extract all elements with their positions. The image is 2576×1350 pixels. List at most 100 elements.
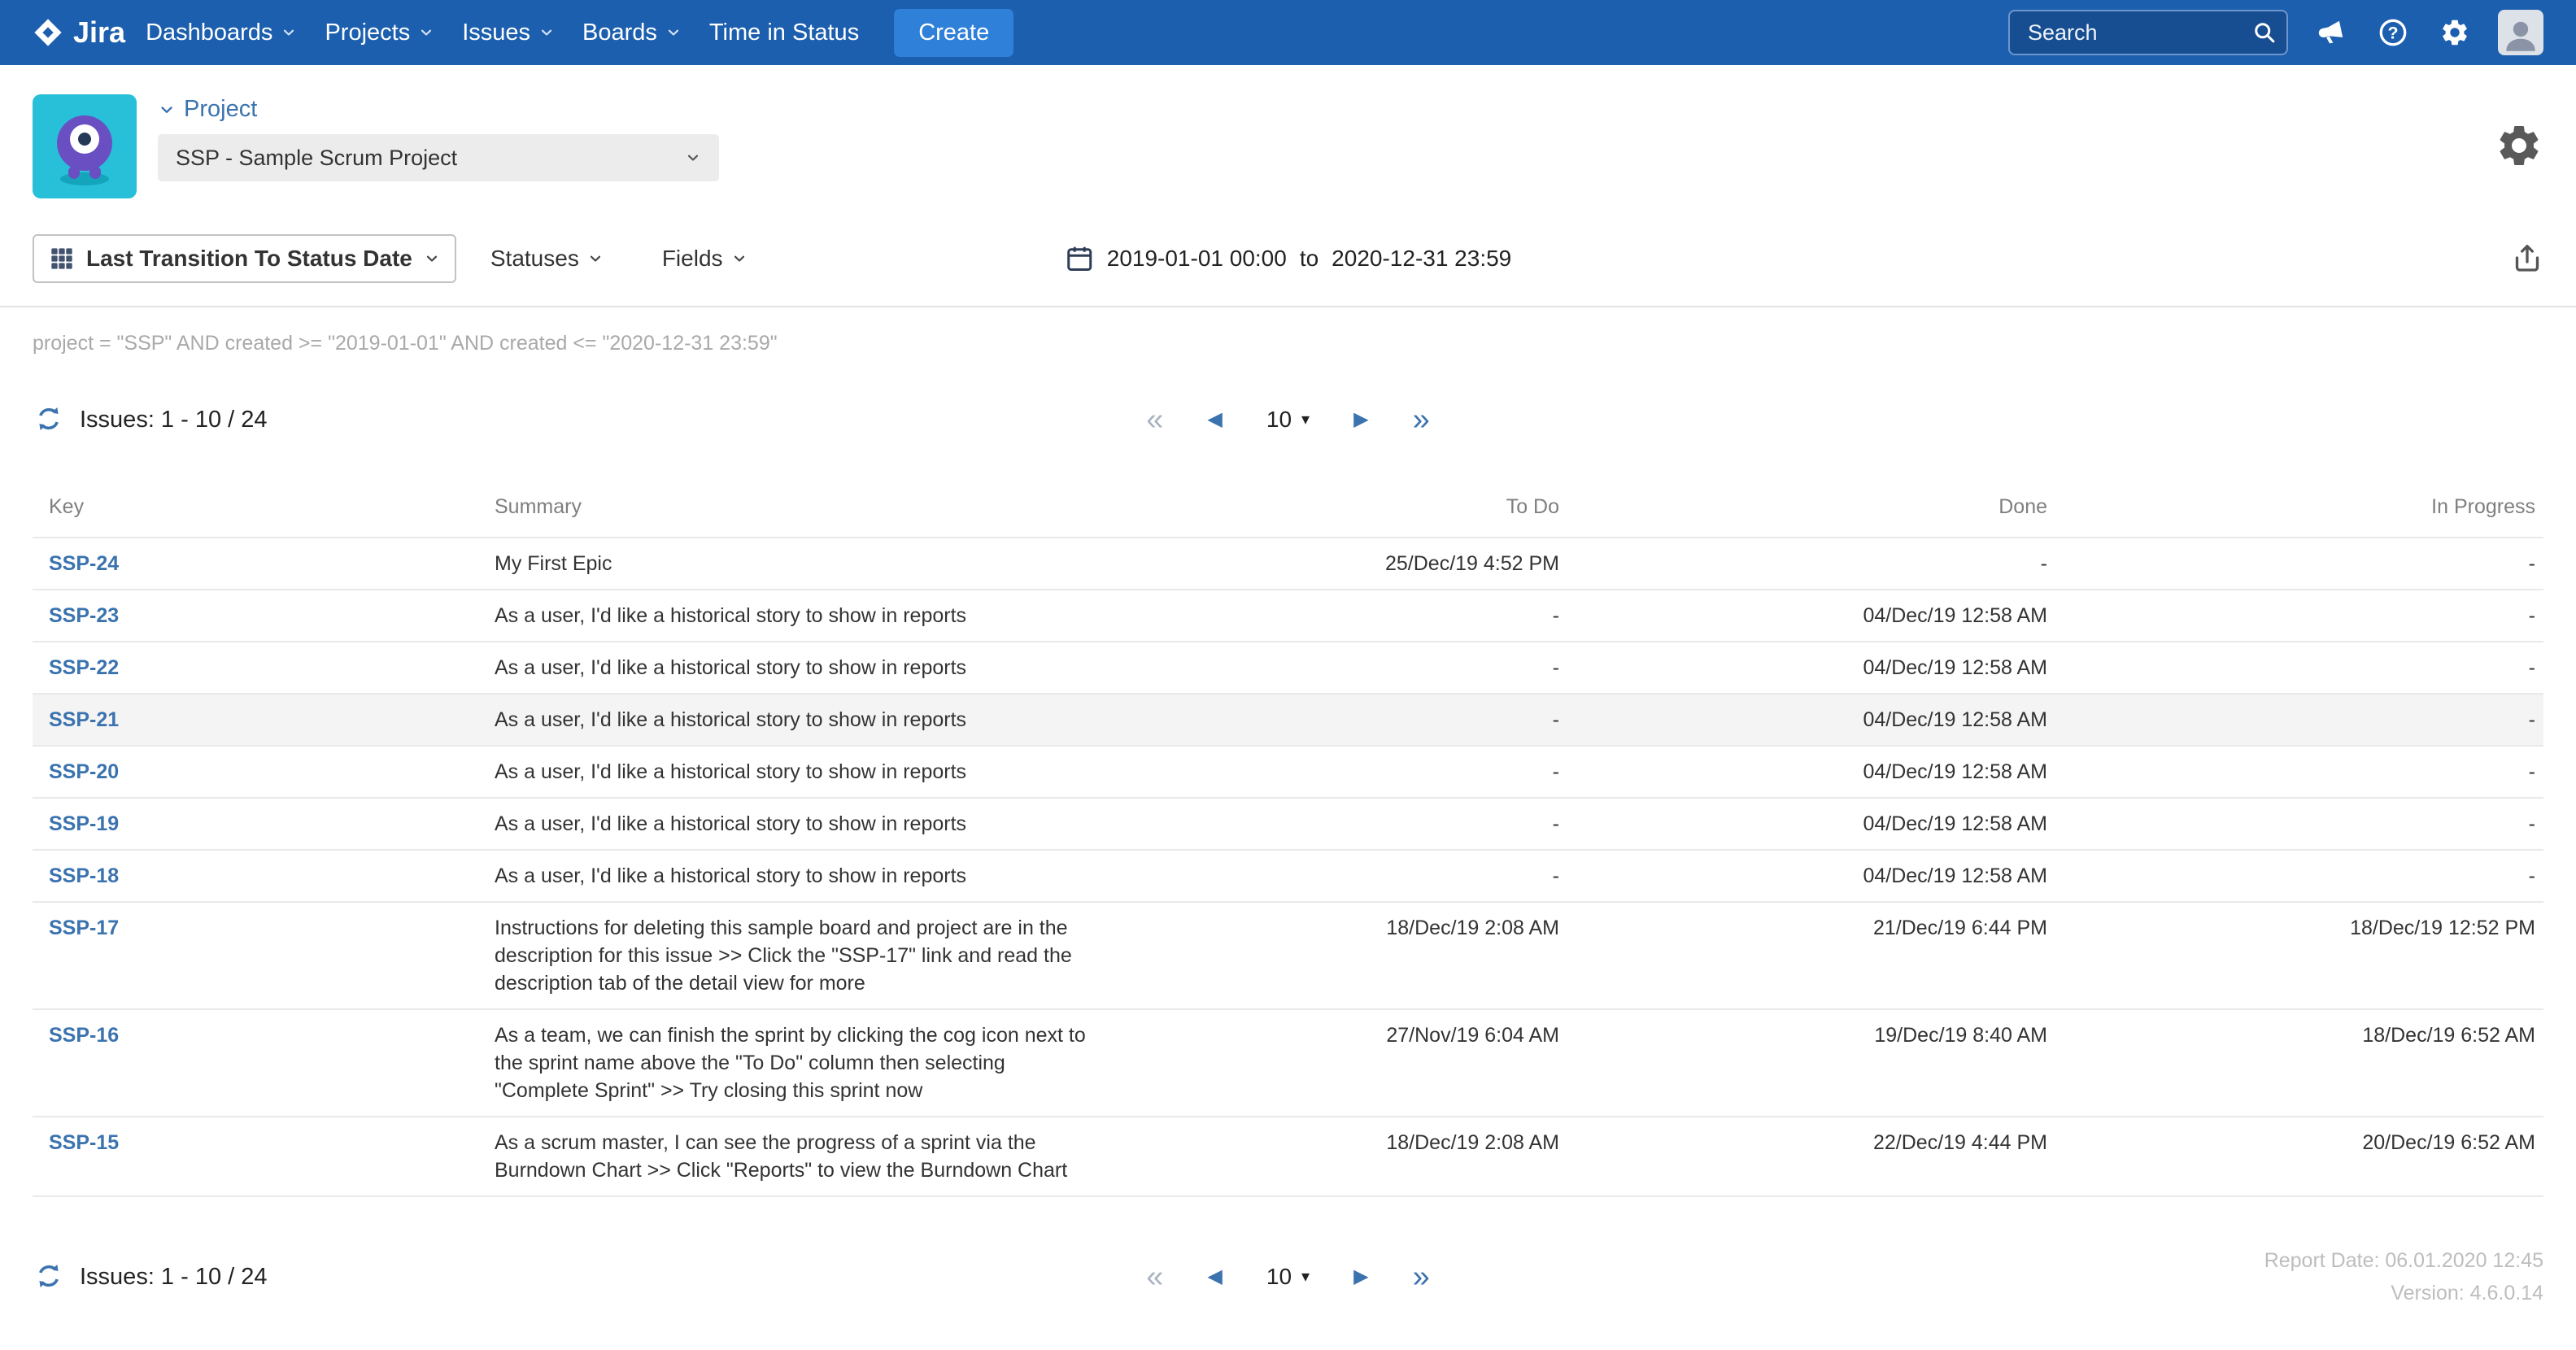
issue-summary: As a scrum master, I can see the progres… (495, 1129, 1128, 1184)
refresh-button[interactable] (33, 1261, 65, 1293)
issue-key-cell: SSP-19 (33, 810, 495, 838)
issue-key-link[interactable]: SSP-19 (49, 812, 119, 835)
table-row: SSP-20 As a user, I'd like a historical … (33, 747, 2543, 799)
create-button[interactable]: Create (894, 9, 1013, 57)
report-type-button[interactable]: Last Transition To Status Date (33, 234, 456, 283)
chevron-down-icon (418, 24, 434, 41)
page-size-select[interactable]: 10 ▾ (1266, 1264, 1310, 1290)
statuses-dropdown[interactable]: Statuses (490, 246, 604, 272)
last-page-button[interactable]: » (1413, 404, 1430, 435)
project-avatar-image (33, 94, 137, 198)
export-button[interactable] (2511, 242, 2543, 277)
issue-key-link[interactable]: SSP-21 (49, 708, 119, 731)
pagination: « ◀ 10 ▾ ▶ » (1146, 404, 1429, 435)
issue-todo-date: - (1128, 862, 1567, 890)
nav-item-label: Boards (582, 20, 657, 46)
column-header-key[interactable]: Key (33, 495, 495, 519)
report-date: Report Date: 06.01.2020 12:45 (2264, 1244, 2543, 1277)
first-page-button[interactable]: « (1146, 404, 1163, 435)
project-collapse-toggle[interactable]: Project (158, 96, 719, 123)
nav-issues[interactable]: Issues (448, 0, 569, 65)
issue-key-link[interactable]: SSP-23 (49, 604, 119, 627)
project-select[interactable]: SSP - Sample Scrum Project (158, 134, 719, 181)
search-box (2008, 10, 2288, 55)
issue-key-cell: SSP-15 (33, 1129, 495, 1156)
chevron-down-icon (538, 24, 555, 41)
admin-settings-button[interactable] (2436, 14, 2474, 51)
nav-dashboards[interactable]: Dashboards (132, 0, 311, 65)
issue-inprogress-date: - (2055, 862, 2543, 890)
chevron-down-icon (281, 24, 297, 41)
issue-key-cell: SSP-18 (33, 862, 495, 890)
issue-done-date: 04/Dec/19 12:58 AM (1567, 810, 2055, 838)
issue-key-link[interactable]: SSP-24 (49, 552, 119, 575)
prev-page-button[interactable]: ◀ (1207, 1267, 1222, 1287)
primary-nav: Dashboards Projects Issues Boards Time i… (132, 0, 873, 65)
issue-summary: Instructions for deleting this sample bo… (495, 914, 1128, 997)
column-header-summary[interactable]: Summary (495, 495, 1128, 519)
jira-logo[interactable]: Jira (33, 15, 125, 50)
column-header-todo[interactable]: To Do (1128, 495, 1567, 519)
date-from: 2019-01-01 00:00 (1107, 246, 1287, 272)
project-select-value: SSP - Sample Scrum Project (176, 146, 457, 171)
issue-key-link[interactable]: SSP-22 (49, 656, 119, 679)
search-icon[interactable] (2252, 20, 2277, 45)
first-page-button[interactable]: « (1146, 1261, 1163, 1292)
issue-key-link[interactable]: SSP-20 (49, 760, 119, 783)
fields-dropdown[interactable]: Fields (662, 246, 748, 272)
issue-done-date: - (1567, 550, 2055, 577)
pagination: « ◀ 10 ▾ ▶ » (1146, 1261, 1429, 1292)
date-to: 2020-12-31 23:59 (1332, 246, 1511, 272)
feedback-button[interactable] (2312, 14, 2350, 51)
prev-page-button[interactable]: ◀ (1207, 410, 1222, 429)
issue-key-link[interactable]: SSP-16 (49, 1024, 119, 1047)
search-input[interactable] (2008, 10, 2288, 55)
issue-todo-date: - (1128, 654, 1567, 682)
issue-key-cell: SSP-20 (33, 758, 495, 786)
issue-todo-date: - (1128, 706, 1567, 734)
issue-summary: As a user, I'd like a historical story t… (495, 810, 1128, 838)
help-icon (2378, 17, 2408, 48)
issue-key-link[interactable]: SSP-18 (49, 864, 119, 887)
issue-summary: As a user, I'd like a historical story t… (495, 758, 1128, 786)
table-header: Key Summary To Do Done In Progress (33, 481, 2543, 538)
issue-summary: As a user, I'd like a historical story t… (495, 862, 1128, 890)
help-button[interactable] (2374, 14, 2412, 51)
issue-inprogress-date: - (2055, 550, 2543, 577)
page-size-select[interactable]: 10 ▾ (1266, 407, 1310, 433)
user-avatar[interactable] (2498, 10, 2543, 55)
nav-time-in-status[interactable]: Time in Status (695, 0, 873, 65)
chevron-down-icon (731, 250, 748, 267)
nav-projects[interactable]: Projects (311, 0, 448, 65)
date-range-picker[interactable]: 2019-01-01 00:00 to 2020-12-31 23:59 (1065, 244, 1512, 273)
issue-key-link[interactable]: SSP-15 (49, 1131, 119, 1154)
issue-todo-date: 18/Dec/19 2:08 AM (1128, 914, 1567, 942)
table-row: SSP-15 As a scrum master, I can see the … (33, 1117, 2543, 1197)
issue-inprogress-date: - (2055, 810, 2543, 838)
chevron-down-icon (665, 24, 682, 41)
nav-boards[interactable]: Boards (569, 0, 695, 65)
refresh-icon (34, 1261, 63, 1291)
column-header-inprogress[interactable]: In Progress (2055, 495, 2543, 519)
column-header-done[interactable]: Done (1567, 495, 2055, 519)
date-to-word: to (1300, 246, 1319, 272)
last-page-button[interactable]: » (1413, 1261, 1430, 1292)
next-page-button[interactable]: ▶ (1353, 410, 1368, 429)
chevron-down-icon (158, 101, 176, 119)
issue-todo-date: 18/Dec/19 2:08 AM (1128, 1129, 1567, 1156)
table-row: SSP-22 As a user, I'd like a historical … (33, 642, 2543, 695)
navbar-right (2008, 10, 2543, 55)
chevron-down-icon (685, 150, 701, 166)
report-settings-button[interactable] (2495, 121, 2543, 172)
issue-todo-date: - (1128, 810, 1567, 838)
issue-done-date: 04/Dec/19 12:58 AM (1567, 654, 2055, 682)
jql-query-text: project = "SSP" AND created >= "2019-01-… (33, 332, 2543, 355)
refresh-button[interactable] (33, 403, 65, 436)
chevron-down-icon (587, 250, 604, 267)
issues-toolbar-top: Issues: 1 - 10 / 24 « ◀ 10 ▾ ▶ » (33, 393, 2543, 446)
issue-done-date: 21/Dec/19 6:44 PM (1567, 914, 2055, 942)
issue-key-link[interactable]: SSP-17 (49, 917, 119, 939)
next-page-button[interactable]: ▶ (1353, 1267, 1368, 1287)
nav-item-label: Dashboards (146, 20, 272, 46)
table-row: SSP-19 As a user, I'd like a historical … (33, 799, 2543, 851)
